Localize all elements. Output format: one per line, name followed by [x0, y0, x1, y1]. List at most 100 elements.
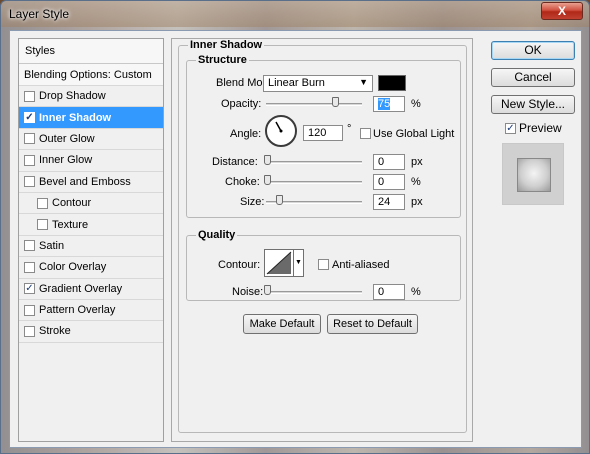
choke-slider-thumb[interactable] — [264, 175, 271, 185]
preview-swatch — [517, 158, 551, 192]
style-preview — [502, 143, 564, 205]
distance-value: 0 — [378, 156, 385, 168]
styles-list: Styles Blending Options: Custom Drop Sha… — [18, 38, 164, 442]
make-default-button[interactable]: Make Default — [243, 314, 321, 334]
opacity-label: Opacity: — [221, 98, 262, 110]
style-item-label: Bevel and Emboss — [39, 175, 131, 188]
style-item-label: Gradient Overlay — [39, 282, 123, 295]
title-bar: Layer Style X — [1, 1, 589, 27]
anti-aliased-label: Anti-aliased — [332, 259, 390, 271]
quality-label: Quality — [196, 229, 238, 241]
style-item-drop-shadow[interactable]: Drop Shadow — [19, 86, 163, 108]
choke-label: Choke: — [225, 176, 260, 188]
style-checkbox[interactable] — [24, 90, 35, 102]
preview-label: Preview — [519, 121, 562, 135]
style-checkbox[interactable] — [24, 133, 35, 145]
angle-label: Angle: — [230, 128, 262, 140]
style-checkbox[interactable]: ✓ — [24, 283, 35, 295]
size-field[interactable]: 24 — [373, 194, 405, 210]
global-light-label: Use Global Light — [373, 128, 455, 140]
contour-dropdown-icon[interactable]: ▼ — [294, 249, 304, 277]
styles-header[interactable]: Styles — [19, 39, 163, 64]
style-item-outer-glow[interactable]: Outer Glow — [19, 129, 163, 151]
style-item-pattern-overlay[interactable]: Pattern Overlay — [19, 300, 163, 322]
style-item-label: Texture — [52, 218, 89, 231]
style-checkbox[interactable] — [24, 261, 35, 273]
blend-mode-select[interactable]: Linear Burn ▼ — [263, 75, 373, 92]
style-item-satin[interactable]: Satin — [19, 236, 163, 258]
noise-label: Noise: — [232, 286, 264, 298]
style-checkbox[interactable] — [24, 176, 35, 188]
structure-label: Structure — [196, 54, 249, 66]
choke-slider[interactable] — [266, 181, 362, 184]
close-button[interactable]: X — [541, 2, 583, 20]
contour-picker[interactable] — [264, 249, 294, 277]
style-item-label: Stroke — [39, 325, 71, 338]
anti-aliased-checkbox[interactable] — [318, 259, 329, 270]
style-item-label: Outer Glow — [39, 132, 95, 145]
angle-field[interactable]: 120 — [303, 125, 343, 141]
style-item-contour[interactable]: Contour — [19, 193, 163, 215]
dialog-client: Styles Blending Options: Custom Drop Sha… — [9, 30, 582, 448]
distance-field[interactable]: 0 — [373, 154, 405, 170]
distance-slider[interactable] — [266, 161, 362, 164]
angle-needle-icon — [275, 121, 283, 133]
style-checkbox[interactable] — [24, 325, 35, 337]
style-item-bevel-and-emboss[interactable]: Bevel and Emboss — [19, 172, 163, 193]
size-label: Size: — [240, 196, 265, 208]
angle-unit: ° — [347, 123, 352, 135]
choke-field[interactable]: 0 — [373, 174, 405, 190]
size-slider-thumb[interactable] — [276, 195, 283, 205]
style-checkbox[interactable]: ✓ — [24, 112, 35, 124]
opacity-slider[interactable] — [266, 103, 362, 106]
panel-title: Inner Shadow — [188, 39, 265, 51]
size-value: 24 — [378, 196, 391, 208]
angle-value: 120 — [308, 127, 327, 139]
style-item-label: Satin — [39, 239, 65, 252]
opacity-unit: % — [411, 98, 421, 110]
style-item-color-overlay[interactable]: Color Overlay — [19, 257, 163, 279]
noise-slider-thumb[interactable] — [264, 285, 271, 295]
size-unit: px — [411, 196, 423, 208]
style-checkbox[interactable] — [37, 219, 48, 231]
contour-curve-icon — [266, 251, 292, 275]
reset-default-button[interactable]: Reset to Default — [327, 314, 418, 334]
inner-shadow-panel: Inner Shadow Structure Blend Mode: Linea… — [171, 38, 473, 442]
noise-value: 0 — [378, 286, 385, 298]
style-checkbox[interactable] — [24, 304, 35, 316]
opacity-slider-thumb[interactable] — [331, 97, 339, 107]
window-title: Layer Style — [9, 7, 70, 21]
style-checkbox[interactable] — [37, 197, 48, 209]
style-item-inner-glow[interactable]: Inner Glow — [19, 150, 163, 172]
style-item-stroke[interactable]: Stroke — [19, 321, 163, 343]
ok-button[interactable]: OK — [491, 41, 575, 60]
opacity-value: 75 — [378, 98, 391, 110]
opacity-field[interactable]: 75 — [373, 96, 405, 112]
noise-field[interactable]: 0 — [373, 284, 405, 300]
noise-slider[interactable] — [266, 291, 362, 294]
style-item-texture[interactable]: Texture — [19, 214, 163, 236]
style-item-label: Color Overlay — [39, 261, 107, 274]
distance-slider-thumb[interactable] — [264, 155, 271, 165]
style-item-inner-shadow[interactable]: ✓ Inner Shadow — [19, 107, 163, 129]
style-checkbox[interactable] — [24, 154, 35, 166]
distance-label: Distance: — [212, 156, 258, 168]
blend-color-swatch[interactable] — [378, 75, 406, 91]
style-item-label: Pattern Overlay — [39, 304, 116, 317]
noise-unit: % — [411, 286, 421, 298]
style-item-gradient-overlay[interactable]: ✓ Gradient Overlay — [19, 279, 163, 300]
preview-checkbox[interactable]: ✓ — [505, 123, 516, 134]
blending-options-label: Blending Options: Custom — [24, 68, 152, 81]
style-checkbox[interactable] — [24, 240, 35, 252]
style-item-label: Inner Glow — [39, 154, 93, 167]
choke-unit: % — [411, 176, 421, 188]
blend-mode-value: Linear Burn — [268, 77, 325, 89]
cancel-button[interactable]: Cancel — [491, 68, 575, 87]
style-item-label: Inner Shadow — [39, 111, 112, 124]
dropdown-arrow-icon: ▼ — [359, 77, 368, 87]
blending-options-item[interactable]: Blending Options: Custom — [19, 64, 163, 86]
new-style-button[interactable]: New Style... — [491, 95, 575, 114]
angle-dial[interactable] — [265, 115, 297, 147]
global-light-checkbox[interactable] — [360, 128, 371, 139]
style-item-label: Contour — [52, 197, 92, 210]
